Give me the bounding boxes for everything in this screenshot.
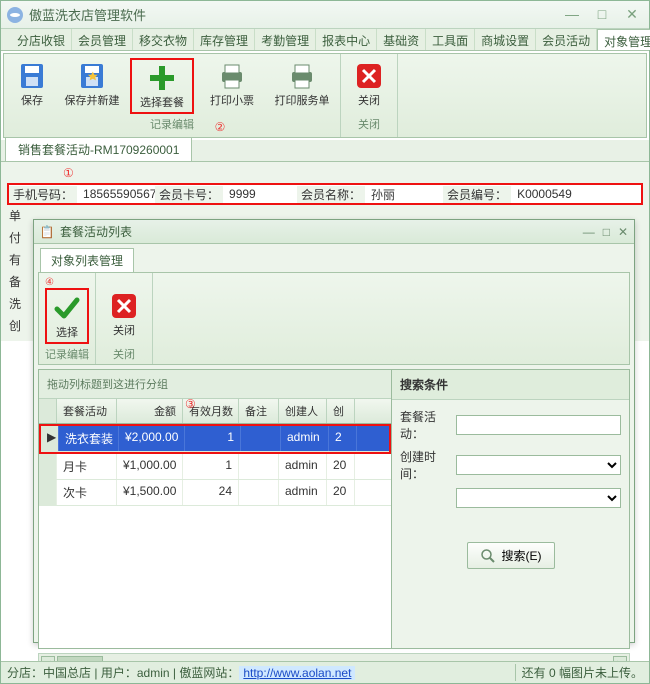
- annotation-four: ④: [45, 277, 89, 288]
- status-right: 还有 0 幅图片未上传。: [515, 664, 643, 681]
- selected-row-highlight: ▶洗衣套装¥2,000.001admin2: [39, 424, 391, 454]
- search-activity-input[interactable]: [456, 415, 621, 435]
- close-icon[interactable]: ✕: [621, 6, 643, 23]
- menu-item-9[interactable]: 会员活动: [536, 29, 597, 50]
- search-panel: 搜索条件 套餐活动： 创建时间： 搜索(E): [392, 369, 630, 649]
- close-red-icon: [108, 290, 140, 322]
- popup-close-button[interactable]: 关闭: [102, 288, 146, 344]
- status-branch-label: 分店：: [7, 664, 43, 681]
- name-value: 孙丽: [365, 186, 443, 203]
- search-icon: [480, 548, 496, 564]
- grid-group-hint: 拖动列标题到这进行分组: [39, 370, 391, 399]
- statusbar: 分店： 中国总店 | 用户： admin | 傲蓝网站： http://www.…: [1, 661, 649, 683]
- popup-minimize-icon[interactable]: —: [583, 225, 595, 239]
- annotation-three: ③: [185, 397, 196, 412]
- print-service-button[interactable]: 打印服务单: [270, 58, 334, 114]
- save-button[interactable]: 保存: [10, 58, 54, 114]
- save-new-button[interactable]: 保存并新建: [60, 58, 124, 114]
- popup-maximize-icon[interactable]: □: [603, 225, 610, 239]
- popup-tab[interactable]: 对象列表管理: [40, 248, 134, 272]
- floppy-icon: [16, 60, 48, 92]
- status-user-label: 用户：: [101, 664, 137, 681]
- plus-icon: [146, 62, 178, 94]
- popup-window: 📋 套餐活动列表 — □ ✕ 对象列表管理 ④ 选择 记录编辑 关闭: [33, 219, 635, 643]
- printer-icon: [216, 60, 248, 92]
- phone-label: 手机号码：: [9, 186, 77, 203]
- search-button[interactable]: 搜索(E): [467, 542, 555, 569]
- menubar: 分店收银会员管理移交衣物库存管理考勤管理报表中心基础资工具面商城设置会员活动对象…: [1, 29, 649, 51]
- search-activity-label: 套餐活动：: [400, 408, 456, 442]
- phone-value[interactable]: 18565590567: [77, 187, 155, 201]
- maximize-icon[interactable]: □: [591, 6, 613, 23]
- no-value: K0000549: [511, 187, 641, 201]
- menu-item-3[interactable]: 库存管理: [194, 29, 255, 50]
- document-tabs: 销售套餐活动-RM1709260001: [1, 140, 649, 162]
- status-user: admin: [137, 666, 170, 680]
- table-row[interactable]: 月卡¥1,000.001admin20: [39, 454, 391, 480]
- status-branch: 中国总店: [43, 664, 91, 681]
- popup-group-edit-label: 记录编辑: [45, 346, 89, 362]
- titlebar: 傲蓝洗衣店管理软件 — □ ✕: [1, 1, 649, 29]
- minimize-icon[interactable]: —: [561, 6, 583, 23]
- popup-select-button[interactable]: 选择: [45, 288, 89, 344]
- menu-item-1[interactable]: 会员管理: [72, 29, 133, 50]
- grid-col-3[interactable]: 备注: [239, 399, 279, 423]
- ribbon: 保存保存并新建选择套餐打印小票打印服务单记录编辑②关闭关闭: [3, 53, 647, 138]
- popup-select-label: 选择: [56, 324, 78, 340]
- grid-col-5[interactable]: 创: [327, 399, 355, 423]
- close-button[interactable]: 关闭: [347, 58, 391, 114]
- select-package-button[interactable]: 选择套餐: [130, 58, 194, 114]
- print-ticket-button[interactable]: 打印小票: [200, 58, 264, 114]
- search-button-label: 搜索(E): [502, 547, 542, 564]
- status-site-link[interactable]: http://www.aolan.net: [239, 666, 355, 680]
- menu-item-2[interactable]: 移交衣物: [133, 29, 194, 50]
- annotation-two: ②: [106, 120, 334, 135]
- check-icon: [51, 292, 83, 324]
- window-title: 傲蓝洗衣店管理软件: [29, 5, 561, 24]
- card-label: 会员卡号：: [155, 186, 223, 203]
- app-logo-icon: [7, 7, 23, 23]
- no-label: 会员编号：: [443, 186, 511, 203]
- popup-group-close-label: 关闭: [102, 346, 146, 362]
- grid: 拖动列标题到这进行分组 套餐活动金额有效月数备注创建人创 ③ ▶洗衣套装¥2,0…: [38, 369, 392, 649]
- search-date-to[interactable]: [456, 488, 621, 508]
- table-row[interactable]: ▶洗衣套装¥2,000.001admin2: [41, 426, 389, 452]
- floppy-star-icon: [76, 60, 108, 92]
- member-highlight-row: 手机号码： 18565590567 会员卡号： 9999 会员名称： 孙丽 会员…: [7, 183, 643, 205]
- grid-col-0[interactable]: 套餐活动: [57, 399, 117, 423]
- card-value[interactable]: 9999: [223, 187, 297, 201]
- search-title: 搜索条件: [392, 370, 629, 400]
- annotation-one: ①: [63, 166, 643, 181]
- close-red-icon: [353, 60, 385, 92]
- printer-icon: [286, 60, 318, 92]
- menu-item-10[interactable]: 对象管理: [597, 29, 650, 50]
- popup-icon: 📋: [40, 225, 54, 239]
- grid-header: 套餐活动金额有效月数备注创建人创: [39, 399, 391, 424]
- search-date-from[interactable]: [456, 455, 621, 475]
- ribbon-group-label: 关闭: [347, 116, 391, 132]
- search-date-label: 创建时间：: [400, 448, 456, 482]
- menu-item-5[interactable]: 报表中心: [316, 29, 377, 50]
- menu-item-0[interactable]: 分店收银: [11, 29, 72, 50]
- grid-row-selector-header: [39, 399, 57, 423]
- status-site-label: 傲蓝网站：: [179, 664, 239, 681]
- menu-item-7[interactable]: 工具面: [426, 29, 475, 50]
- popup-close-label: 关闭: [113, 322, 135, 338]
- document-tab[interactable]: 销售套餐活动-RM1709260001: [5, 137, 192, 161]
- popup-title: 套餐活动列表: [60, 223, 583, 240]
- table-row[interactable]: 次卡¥1,500.0024admin20: [39, 480, 391, 506]
- name-label: 会员名称：: [297, 186, 365, 203]
- popup-close-icon[interactable]: ✕: [618, 225, 628, 239]
- grid-col-4[interactable]: 创建人: [279, 399, 327, 423]
- grid-col-1[interactable]: 金额: [117, 399, 183, 423]
- menu-item-4[interactable]: 考勤管理: [255, 29, 316, 50]
- menu-item-8[interactable]: 商城设置: [475, 29, 536, 50]
- menu-item-6[interactable]: 基础资: [377, 29, 426, 50]
